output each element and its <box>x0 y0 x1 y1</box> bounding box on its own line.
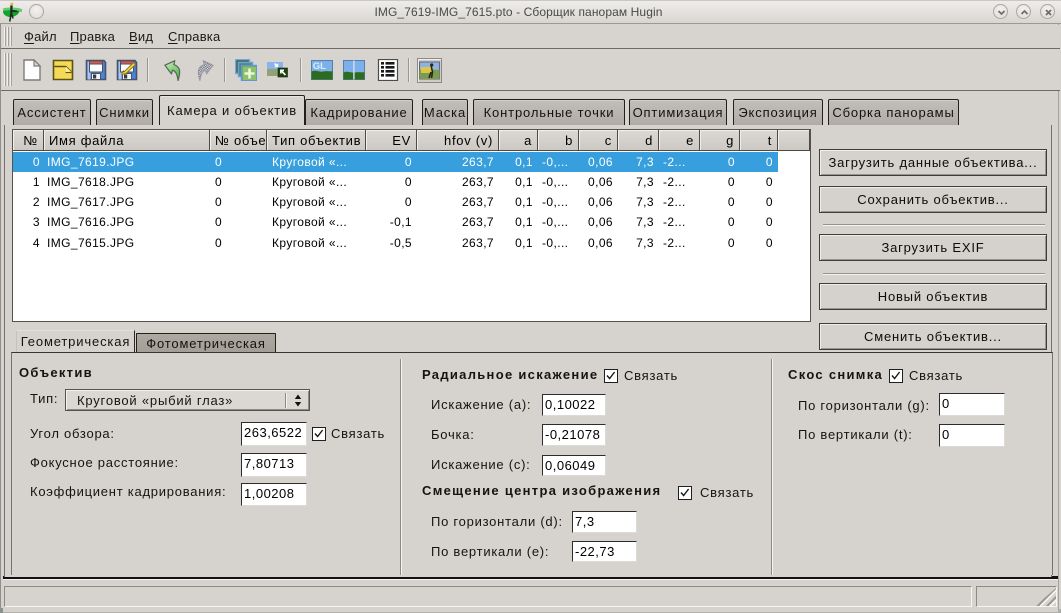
svg-text:GL: GL <box>313 61 326 72</box>
